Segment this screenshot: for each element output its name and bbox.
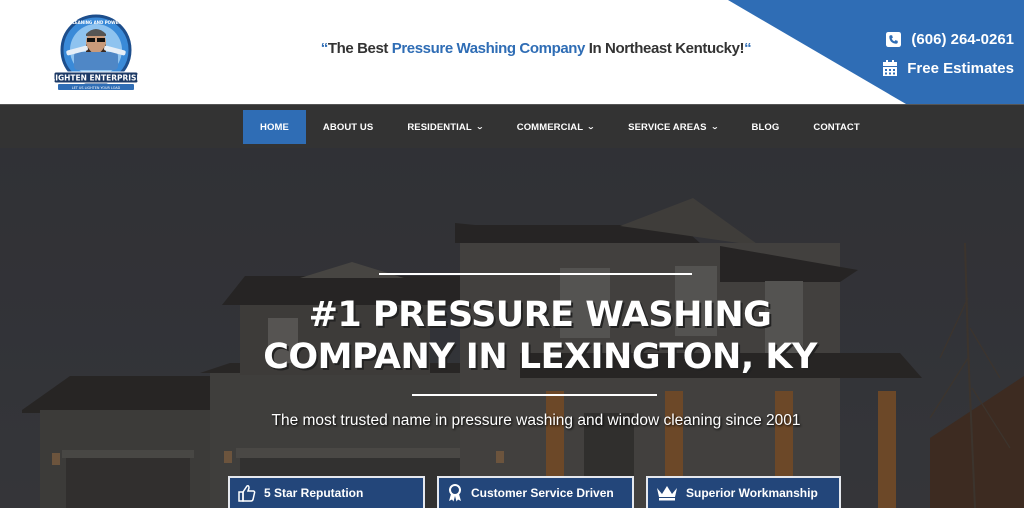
feature-boxes: 5 Star Reputation Customer Service Drive… bbox=[228, 476, 841, 508]
svg-text:WINDOW CLEANING AND POWER WASH: WINDOW CLEANING AND POWER WASHING bbox=[48, 20, 144, 25]
nav-item-label: ABOUT US bbox=[322, 121, 374, 133]
feature-superior-workmanship[interactable]: Superior Workmanship bbox=[646, 476, 841, 508]
svg-text:LET US LIGHTEN YOUR LOAD: LET US LIGHTEN YOUR LOAD bbox=[72, 86, 121, 90]
chevron-down-icon: ⌄ bbox=[586, 124, 596, 131]
main-navigation: HOME ABOUT US RESIDENTIAL ⌄ COMMERCIAL ⌄ S… bbox=[0, 104, 1024, 148]
nav-item-label: RESIDENTIAL bbox=[407, 121, 472, 133]
feature-label: Customer Service Driven bbox=[471, 486, 614, 500]
calendar-icon bbox=[883, 60, 898, 76]
crown-icon bbox=[657, 486, 677, 501]
chevron-down-icon: ⌄ bbox=[710, 124, 719, 131]
feature-label: 5 Star Reputation bbox=[264, 486, 364, 500]
hero-subheadline: The most trusted name in pressure washin… bbox=[271, 412, 801, 429]
nav-item-contact[interactable]: CONTACT bbox=[796, 110, 876, 144]
svg-text:LIGHTEN ENTERPRISE: LIGHTEN ENTERPRISE bbox=[50, 74, 141, 83]
header-tagline: “The Best Pressure Washing Company In No… bbox=[0, 40, 1024, 57]
hero-divider-top bbox=[379, 273, 692, 275]
hero-headline-line1: #1 PRESSURE WASHING bbox=[308, 295, 772, 335]
nav-item-service-areas[interactable]: SERVICE AREAS ⌄ bbox=[611, 110, 734, 144]
nav-item-label: BLOG bbox=[751, 121, 780, 133]
thumbs-up-icon bbox=[238, 485, 256, 502]
award-ribbon-icon bbox=[449, 484, 461, 502]
nav-item-label: SERVICE AREAS bbox=[628, 121, 707, 133]
nav-item-label: CONTACT bbox=[813, 121, 860, 133]
feature-5-star-reputation[interactable]: 5 Star Reputation bbox=[228, 476, 425, 508]
tagline-part1: The Best bbox=[327, 40, 392, 57]
tagline-close-quote: “ bbox=[744, 40, 752, 57]
hero-headline-line2: COMPANY IN LEXINGTON, KY bbox=[263, 337, 817, 377]
feature-label: Superior Workmanship bbox=[686, 486, 818, 500]
nav-item-home[interactable]: HOME bbox=[243, 110, 306, 144]
nav-item-label: COMMERCIAL bbox=[516, 121, 584, 133]
free-estimates-link[interactable]: Free Estimates bbox=[883, 57, 1014, 79]
phone-icon bbox=[886, 31, 902, 47]
phone-number[interactable]: (606) 264-0261 bbox=[911, 31, 1014, 48]
hero-headline: #1 PRESSURE WASHING COMPANY IN LEXINGTON… bbox=[0, 294, 1024, 378]
tagline-part2: In Northeast Kentucky! bbox=[584, 40, 745, 57]
site-header: LIGHTEN ENTERPRISE LET US LIGHTEN YOUR L… bbox=[0, 0, 1024, 104]
tagline-highlight: Pressure Washing Company bbox=[391, 40, 586, 57]
nav-item-blog[interactable]: BLOG bbox=[735, 110, 797, 144]
phone-link[interactable]: (606) 264-0261 bbox=[883, 28, 1014, 50]
feature-customer-service-driven[interactable]: Customer Service Driven bbox=[437, 476, 634, 508]
header-contact: (606) 264-0261 Free Estimates bbox=[883, 28, 1014, 86]
nav-item-residential[interactable]: RESIDENTIAL ⌄ bbox=[390, 110, 499, 144]
hero-section: #1 PRESSURE WASHING COMPANY IN LEXINGTON… bbox=[0, 148, 1024, 508]
nav-list: HOME ABOUT US RESIDENTIAL ⌄ COMMERCIAL ⌄ S… bbox=[243, 110, 877, 144]
nav-item-commercial[interactable]: COMMERCIAL ⌄ bbox=[500, 110, 611, 144]
free-estimates-label[interactable]: Free Estimates bbox=[907, 60, 1014, 77]
tagline-open-quote: “ bbox=[320, 40, 329, 57]
nav-item-about-us[interactable]: ABOUT US bbox=[306, 110, 390, 144]
hero-divider-bottom bbox=[412, 394, 657, 396]
chevron-down-icon: ⌄ bbox=[475, 124, 484, 131]
nav-item-label: HOME bbox=[260, 121, 289, 133]
